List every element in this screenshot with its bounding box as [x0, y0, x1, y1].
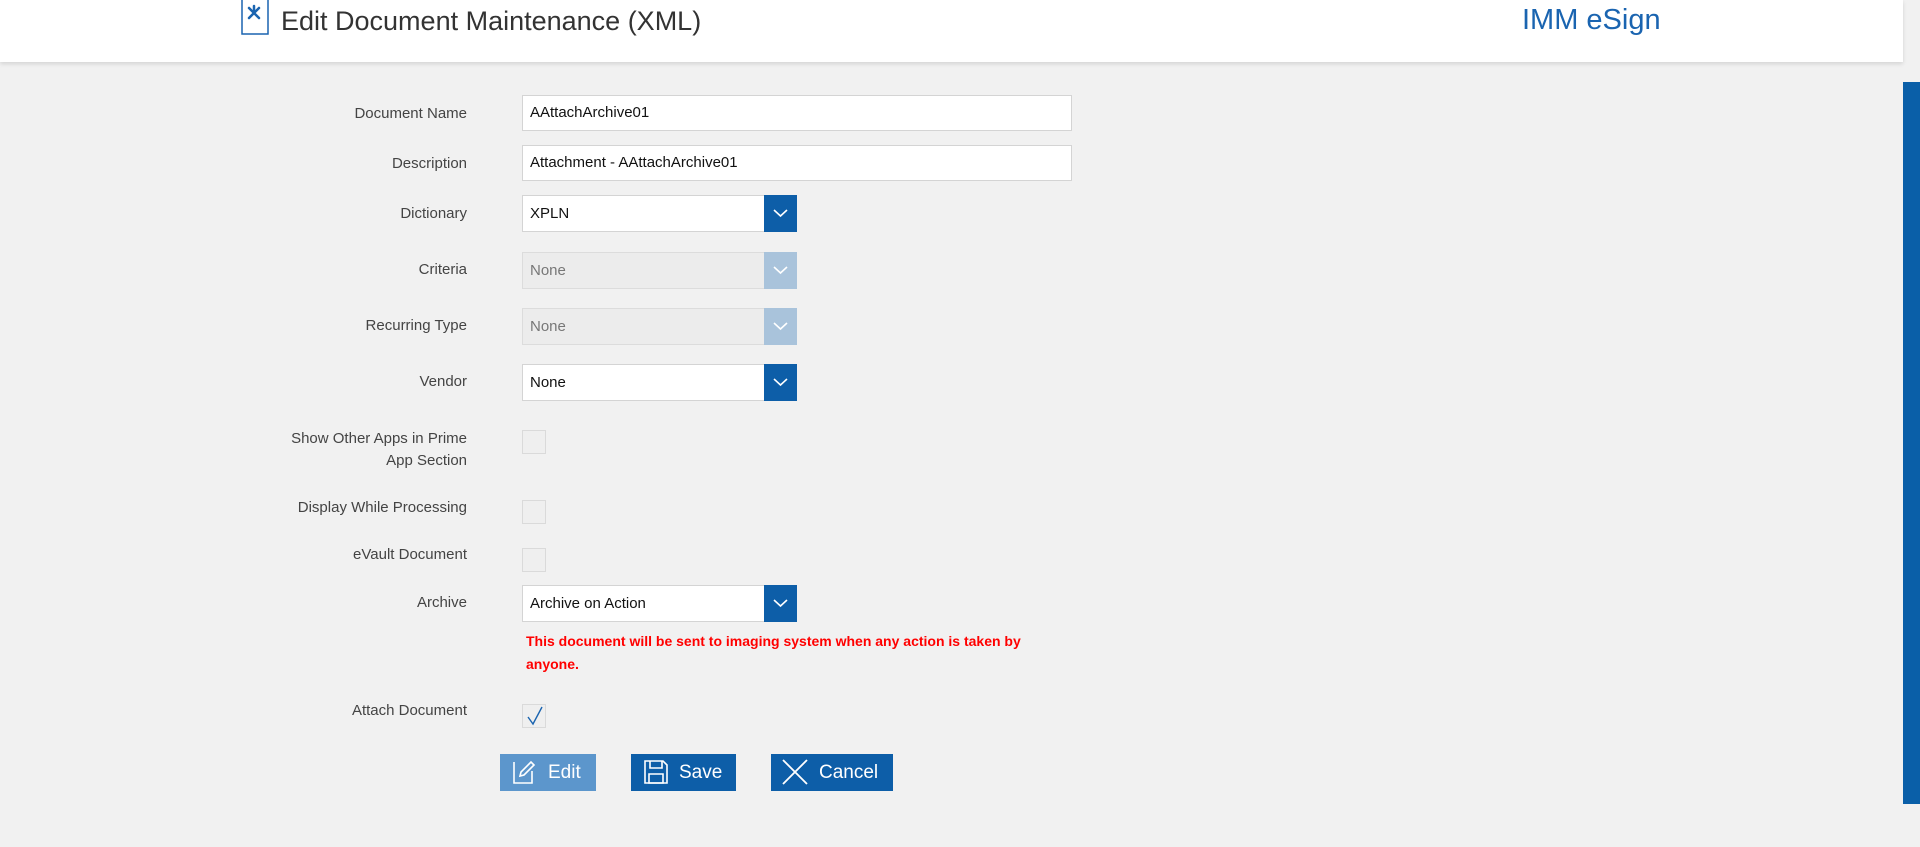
archive-warning-message: This document will be sent to imaging sy… — [526, 633, 1021, 672]
close-icon — [782, 759, 808, 785]
vendor-select[interactable]: None — [522, 364, 797, 401]
chevron-down-icon — [773, 266, 788, 275]
archive-select[interactable]: Archive on Action — [522, 585, 797, 622]
chevron-down-icon — [773, 378, 788, 387]
cancel-button[interactable]: Cancel — [771, 754, 893, 791]
dictionary-value: XPLN — [530, 205, 570, 222]
vendor-value: None — [530, 374, 566, 391]
vendor-label: Vendor — [419, 373, 467, 390]
display-while-processing-label: Display While Processing — [297, 499, 467, 516]
criteria-value: None — [530, 262, 566, 279]
show-other-apps-label: Show Other Apps in Prime App Section — [207, 428, 467, 472]
criteria-label: Criteria — [418, 261, 467, 278]
attach-document-label: Attach Document — [351, 702, 467, 719]
dictionary-select[interactable]: XPLN — [522, 195, 797, 232]
attach-document-checkbox[interactable] — [522, 704, 546, 728]
recurring-type-value: None — [530, 318, 566, 335]
document-name-input[interactable]: AAttachArchive01 — [522, 95, 1072, 131]
chevron-down-icon — [773, 209, 788, 218]
description-label: Description — [391, 155, 467, 172]
vendor-dropdown-button[interactable] — [764, 364, 797, 401]
chevron-down-icon — [773, 599, 788, 608]
dictionary-label: Dictionary — [400, 205, 467, 222]
recurring-type-label: Recurring Type — [365, 317, 467, 334]
criteria-dropdown-button — [764, 252, 797, 289]
cancel-button-label: Cancel — [819, 762, 879, 783]
recurring-type-dropdown-button — [764, 308, 797, 345]
scrollbar[interactable] — [1903, 82, 1920, 804]
show-other-apps-checkbox[interactable] — [522, 430, 546, 454]
display-while-processing-checkbox[interactable] — [522, 500, 546, 524]
description-input[interactable]: Attachment - AAttachArchive01 — [522, 145, 1072, 181]
evault-document-checkbox[interactable] — [522, 548, 546, 572]
save-button-label: Save — [679, 762, 723, 783]
edit-button-label: Edit — [548, 762, 581, 783]
edit-button[interactable]: Edit — [500, 754, 596, 791]
criteria-select: None — [522, 252, 797, 289]
show-other-apps-label-line2: App Section — [386, 452, 467, 469]
document-form: Document Name AAttachArchive01 Descripti… — [0, 0, 1903, 847]
archive-dropdown-button[interactable] — [764, 585, 797, 622]
archive-label: Archive — [416, 594, 467, 611]
edit-pencil-icon — [513, 760, 536, 784]
archive-value: Archive on Action — [530, 595, 646, 612]
document-name-label: Document Name — [354, 105, 467, 122]
recurring-type-select: None — [522, 308, 797, 345]
dictionary-dropdown-button[interactable] — [764, 195, 797, 232]
evault-document-label: eVault Document — [353, 546, 467, 563]
save-button[interactable]: Save — [631, 754, 736, 791]
checkmark-icon — [527, 706, 543, 726]
save-disk-icon — [644, 760, 668, 784]
show-other-apps-label-line1: Show Other Apps in Prime — [291, 430, 467, 447]
chevron-down-icon — [773, 322, 788, 331]
